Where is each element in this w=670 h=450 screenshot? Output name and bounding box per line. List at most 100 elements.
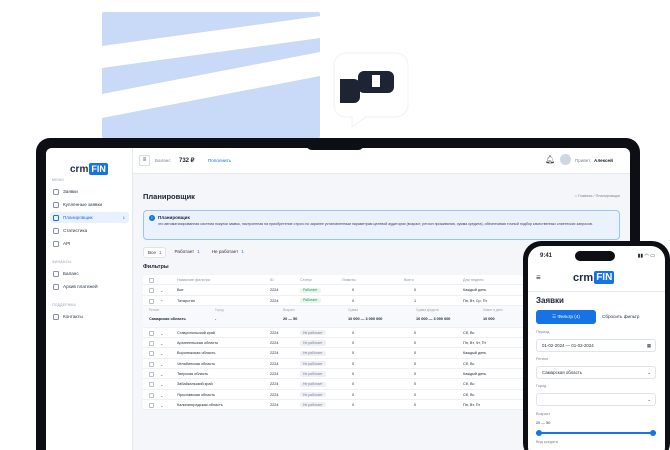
city-label: Город (536, 384, 547, 388)
filter-limit: 0 (352, 361, 355, 366)
tab-working[interactable]: Работает 1 (170, 247, 203, 258)
chevron-up-icon[interactable]: ⌃ (160, 299, 163, 304)
sidebar-item-balance[interactable]: Баланс (50, 268, 129, 279)
filter-id: 2224 (270, 392, 279, 397)
row-checkbox[interactable] (149, 392, 154, 398)
detail-value: - (215, 316, 217, 321)
row-checkbox[interactable] (149, 402, 154, 408)
table-row[interactable]: ⌄ Челябинская область 2224 Не работает 0 0 Сб,… (143, 359, 523, 370)
table-row[interactable]: ⌄ Все 2224 Работает 0 0 Каждый день (143, 285, 523, 296)
calendar-icon: ▦ (646, 343, 651, 348)
logo-fin-text: FIN (594, 271, 615, 284)
period-value: 01-02-2024 — 01-02-2024 (542, 343, 594, 348)
chevron-down-icon[interactable]: ⌄ (160, 351, 163, 356)
stats-icon (53, 227, 59, 234)
balance-value: 732 ₽ (179, 158, 195, 164)
chevron-down-icon[interactable]: ⌄ (160, 341, 163, 346)
menu-toggle-icon[interactable]: ≡ (139, 155, 150, 166)
age-range-slider[interactable] (536, 430, 656, 436)
planner-icon (53, 214, 59, 221)
filter-days: Сб, Вс (463, 361, 475, 366)
tab-not-working[interactable]: Не работает 1 (208, 247, 248, 258)
chevron-down-icon[interactable]: ⌄ (160, 393, 163, 398)
chevron-down-icon: ⌄ (647, 370, 651, 375)
table-row[interactable]: ⌃ Татарстан 2224 Работает 0 1 Пн, Вт, Ср, Пт (143, 296, 523, 306)
filter-total: 0 (414, 392, 417, 397)
chevron-down-icon[interactable]: ⌄ (160, 403, 163, 408)
table-row[interactable]: ⌄ Архангельская область 2224 Не работает 0 0 П… (143, 338, 523, 349)
status-badge: Не работает (300, 340, 326, 346)
filters-table: Название фильтра ID Статус Лимиты Всего … (143, 275, 523, 411)
chevron-down-icon[interactable]: ⌄ (160, 382, 163, 387)
chevron-down-icon: ⌄ (647, 397, 651, 402)
brand-logo[interactable]: crm FIN (70, 163, 108, 175)
filter-total: 0 (414, 382, 417, 387)
chevron-down-icon[interactable]: ⌄ (160, 331, 163, 336)
filter-name: Ярославская область (177, 392, 216, 397)
tab-count: 1 (158, 250, 162, 255)
topup-link[interactable]: Пополнить (208, 158, 231, 163)
filter-button[interactable]: ☰ Фильтр (4) (536, 310, 596, 324)
table-row[interactable]: ⌄ Тверская область 2224 Не работает 0 0 Каждый… (143, 369, 523, 380)
table-row[interactable]: ⌄ Ставропольский край 2224 Не работает 0 0 Сб,… (143, 328, 523, 339)
select-all-checkbox[interactable] (149, 278, 154, 283)
sidebar-item-purchased[interactable]: Купленные заявки (50, 199, 129, 210)
column-header: Название фильтра (177, 278, 211, 282)
slider-handle-max[interactable] (650, 430, 656, 436)
row-checkbox[interactable] (149, 330, 154, 336)
filter-limit: 0 (352, 298, 355, 303)
sidebar-item-payments-archive[interactable]: Архив платежей (50, 281, 129, 292)
filter-limit: 0 (352, 341, 355, 346)
detail-key: Город (215, 307, 224, 312)
tab-all[interactable]: Все 1 (143, 247, 167, 258)
filter-name: Калининградская область (177, 402, 223, 407)
sidebar-item-requests[interactable]: Заявки (50, 186, 129, 197)
row-checkbox[interactable] (149, 372, 154, 378)
table-row[interactable]: ⌄ Ярославская область 2224 Не работает 0 0 Сб,… (143, 390, 523, 400)
filter-total: 1 (414, 298, 417, 303)
chevron-down-icon[interactable]: ⌄ (160, 362, 163, 367)
filter-total: 0 (414, 402, 417, 407)
row-checkbox[interactable] (149, 341, 154, 347)
sidebar-item-label: Заявки (63, 189, 78, 194)
user-name[interactable]: Алексей (594, 158, 613, 163)
row-checkbox[interactable] (149, 288, 154, 294)
slider-handle-min[interactable] (536, 430, 542, 436)
period-field[interactable]: 01-02-2024 — 01-02-2024 ▦ (536, 339, 656, 352)
filter-days: Пн, Вт, Чт, Пт (463, 341, 487, 346)
row-checkbox[interactable] (149, 361, 154, 367)
table-row[interactable]: ⌄ Воронежская область 2224 Не работает 0 0 Каж… (143, 348, 523, 359)
breadcrumb[interactable]: ⌂ Главная / Планировщик (575, 194, 620, 198)
tab-label: Не работает (211, 249, 239, 254)
hamburger-icon[interactable]: ≡ (536, 273, 541, 282)
brand-logo[interactable]: crm FIN (573, 271, 615, 284)
sidebar-item-planner[interactable]: Планировщик 1 (50, 212, 129, 223)
contacts-icon (53, 313, 59, 320)
bell-icon[interactable]: 🔔︎ (545, 155, 555, 164)
row-checkbox[interactable] (149, 298, 154, 304)
sidebar: crm FIN МЕНЮ Заявки Купленные заявки Пла… (46, 148, 133, 450)
column-header: Всего (404, 278, 414, 282)
detail-key: Лимит в день (483, 307, 503, 312)
chevron-down-icon[interactable]: ⌄ (160, 372, 163, 377)
chevron-down-icon[interactable]: ⌄ (160, 288, 163, 293)
sidebar-item-contacts[interactable]: Контакты (50, 311, 129, 322)
avatar[interactable] (560, 154, 571, 165)
reset-filter-button[interactable]: Сбросить фильтр (602, 314, 639, 319)
status-badge: Не работает (300, 381, 326, 387)
filter-name: Воронежская область (177, 351, 216, 356)
row-checkbox[interactable] (149, 382, 154, 388)
filter-days: Пн, Вт, Пт (463, 402, 481, 407)
city-select[interactable]: ⌄ (536, 393, 656, 406)
filter-total: 0 (414, 361, 417, 366)
region-select[interactable]: Самарская область ⌄ (536, 366, 656, 379)
sidebar-item-stats[interactable]: Статистика (50, 225, 129, 236)
table-row[interactable]: ⌄ Калининградская область 2224 Не работает 0… (143, 400, 523, 411)
dynamic-island (575, 251, 615, 261)
filter-total: 0 (414, 351, 417, 356)
status-badge: Не работает (300, 350, 326, 356)
sidebar-item-api[interactable]: API (50, 238, 129, 249)
row-checkbox[interactable] (149, 351, 154, 357)
table-row[interactable]: ⌄ Забайкальский край 2224 Не работает 0 0 Сб, … (143, 379, 523, 390)
filter-limit: 0 (352, 372, 355, 377)
